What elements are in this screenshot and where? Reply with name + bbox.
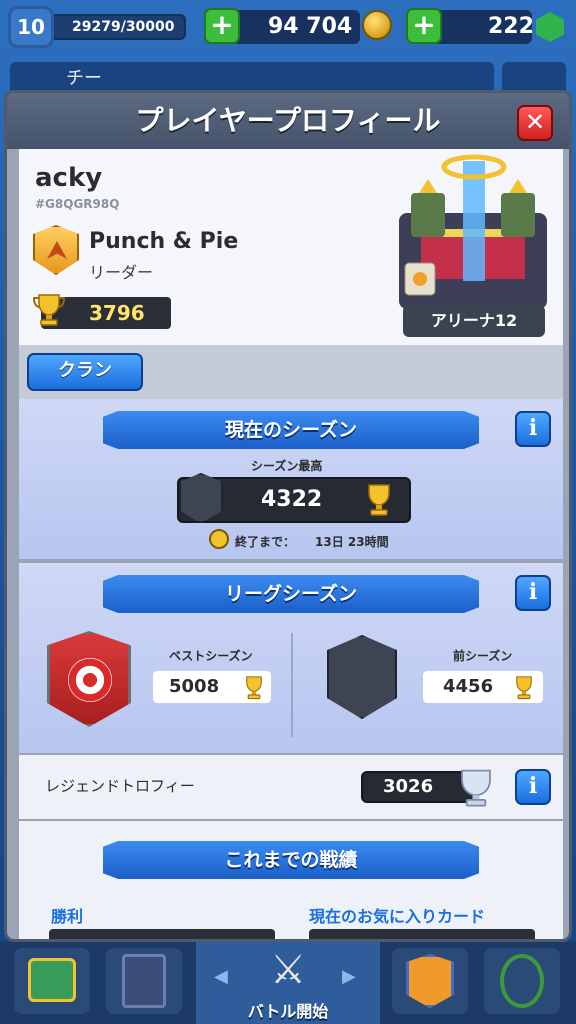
info-icon: i (528, 579, 538, 605)
close-icon: ✕ (524, 108, 546, 136)
favorite-card-box (309, 929, 535, 939)
nav-cards-tab[interactable] (106, 948, 182, 1014)
trophy-icon (368, 484, 390, 516)
gem-icon (536, 12, 564, 42)
gems-display: 222 (432, 10, 534, 44)
laurel-icon (500, 954, 544, 1008)
experience-text: 29279/30000 (72, 19, 175, 35)
clan-button[interactable]: クラン (27, 353, 143, 391)
legend-trophy-icon (461, 769, 491, 807)
season-best-label: シーズン最高 (251, 459, 323, 473)
modal-title: プレイヤープロフィール (135, 104, 441, 137)
player-profile-modal: プレイヤープロフィール ✕ acky #G8QGR98Q Punch & Pie… (4, 90, 572, 942)
player-name: acky (35, 163, 103, 193)
battle-history-ribbon: これまでの戦績 (103, 841, 479, 879)
clan-name[interactable]: Punch & Pie (89, 229, 238, 254)
season-best-value: 4322 (261, 487, 323, 512)
legend-info-button[interactable]: i (515, 769, 551, 805)
bottom-navigation: ⚔ バトル開始 (0, 942, 576, 1024)
league-season-ribbon: リーグシーズン (103, 575, 479, 613)
clan-badge-icon[interactable] (33, 225, 79, 275)
arena-image (399, 154, 547, 309)
gold-coin-icon (362, 10, 392, 40)
player-tag: #G8QGR98Q (35, 197, 120, 211)
modal-header: プレイヤープロフィール ✕ (7, 93, 569, 149)
cards-icon (122, 954, 166, 1008)
league-best-badge-icon (47, 631, 131, 727)
clan-icon (406, 954, 454, 1008)
gold-display: 94 704 (232, 10, 360, 44)
current-season-ribbon: 現在のシーズン (103, 411, 479, 449)
king-level-badge[interactable]: 10 (8, 6, 54, 48)
gems-value: 222 (488, 14, 534, 39)
league-divider (291, 633, 293, 737)
favorite-card-label: 現在のお気に入りカード (309, 907, 486, 926)
gold-value: 94 704 (268, 14, 353, 39)
chest-icon (28, 958, 76, 1002)
legend-trophy-value: 3026 (383, 776, 434, 797)
nav-clan-tab[interactable] (392, 948, 468, 1014)
close-button[interactable]: ✕ (517, 105, 553, 141)
plus-icon: + (210, 8, 234, 41)
legend-trophy-label: レジェンドトロフィー (45, 777, 195, 795)
background-clan-tab-label: チー (66, 68, 102, 89)
nav-tournament-tab[interactable] (484, 948, 560, 1014)
best-season-label: ベストシーズン (169, 649, 253, 663)
trophy-count: 3796 (89, 301, 145, 325)
king-level-value: 10 (17, 15, 45, 39)
trophy-icon (516, 676, 532, 700)
legend-trophy-row: レジェンドトロフィー 3026 i (19, 755, 563, 819)
profile-panel: acky #G8QGR98Q Punch & Pie リーダー 3796 アリー… (19, 149, 563, 345)
previous-season-label: 前シーズン (453, 649, 513, 663)
wins-label: 勝利 (51, 907, 84, 926)
current-season-info-button[interactable]: i (515, 411, 551, 447)
season-end-value: 13日 23時間 (315, 535, 389, 549)
nav-right-arrow-icon[interactable]: ▶ (342, 966, 356, 987)
current-season-panel: 現在のシーズン i シーズン最高 4322 終了まで： 13日 23時間 (19, 399, 563, 559)
league-season-info-button[interactable]: i (515, 575, 551, 611)
wins-value-box (49, 929, 275, 939)
clock-icon (209, 529, 229, 549)
trophy-icon (246, 676, 262, 700)
battle-history-panel: これまでの戦績 勝利 現在のお気に入りカード (19, 821, 563, 939)
league-previous-badge-icon (327, 635, 397, 719)
previous-season-value: 4456 (443, 676, 494, 697)
nav-shop-tab[interactable] (14, 948, 90, 1014)
trophy-icon (32, 294, 66, 326)
info-icon: i (528, 773, 538, 799)
top-resource-bar: 29279/30000 10 94 704 + 222 + (0, 0, 576, 58)
clan-role: リーダー (89, 263, 154, 282)
season-end-label: 終了まで： (235, 535, 296, 549)
crossed-swords-icon: ⚔ (270, 947, 306, 993)
nav-left-arrow-icon[interactable]: ◀ (214, 966, 228, 987)
battle-label: バトル開始 (247, 1002, 329, 1021)
arena-label: アリーナ12 (403, 305, 545, 337)
plus-icon: + (412, 8, 436, 41)
target-icon (68, 658, 112, 702)
buy-gold-button[interactable]: + (204, 8, 240, 44)
best-season-value: 5008 (169, 676, 220, 697)
league-season-panel: リーグシーズン i ベストシーズン 5008 前シーズン 4456 (19, 563, 563, 753)
clan-button-row: クラン (19, 345, 563, 399)
buy-gems-button[interactable]: + (406, 8, 442, 44)
experience-bar: 29279/30000 (50, 14, 186, 40)
info-icon: i (528, 415, 538, 441)
